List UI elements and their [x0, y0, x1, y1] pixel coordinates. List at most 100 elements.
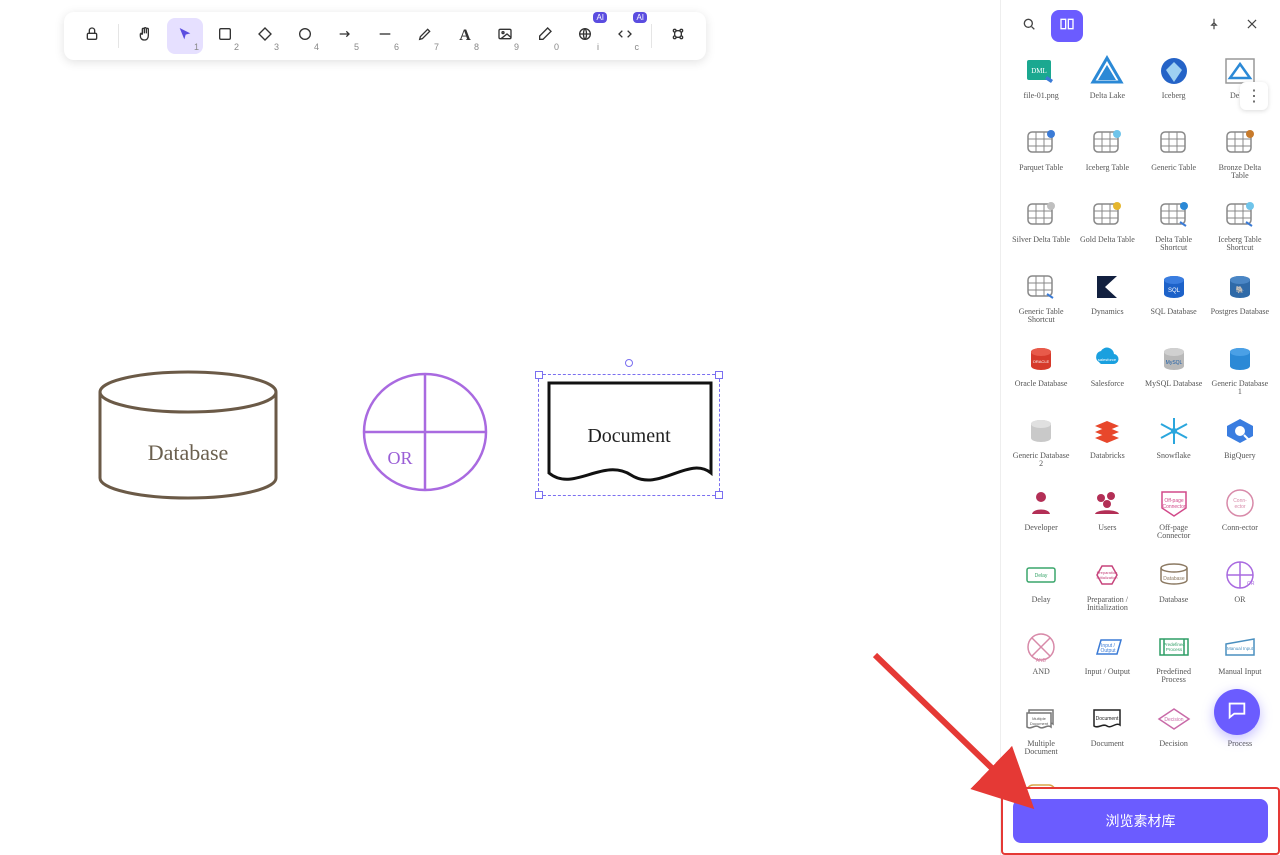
resize-handle-ne[interactable] — [715, 371, 723, 379]
library-item-parquet-table[interactable]: Parquet Table — [1009, 124, 1073, 194]
chat-icon — [1226, 699, 1248, 726]
close-panel-button[interactable] — [1236, 10, 1268, 42]
or-shape[interactable] — [362, 372, 488, 492]
library-item-preparation[interactable]: PreparationInitializationPreparation / I… — [1075, 556, 1139, 626]
library-item-dynamics[interactable]: Dynamics — [1075, 268, 1139, 338]
or-label: OR — [370, 448, 430, 469]
library-item-generic-database-2[interactable]: Generic Database 2 — [1009, 412, 1073, 482]
library-item-snowflake[interactable]: Snowflake — [1142, 412, 1206, 482]
library-item-manual-input[interactable]: Manual InputManual Input — [1208, 628, 1272, 698]
pencil-tool[interactable]: 7 — [407, 18, 443, 54]
resize-handle-nw[interactable] — [535, 371, 543, 379]
library-item-mysql-database[interactable]: MySQLMySQL Database — [1142, 340, 1206, 410]
mysql-database-icon: MySQL — [1152, 340, 1196, 378]
library-item-databricks[interactable]: Databricks — [1075, 412, 1139, 482]
more-menu-button[interactable]: ⋮ — [1240, 82, 1268, 110]
library-item-and-shape[interactable]: ANDAND — [1009, 628, 1073, 698]
library-item-generic-database-1[interactable]: Generic Database 1 — [1208, 340, 1272, 410]
svg-text:Decision: Decision — [1164, 717, 1183, 723]
library-item-label: Silver Delta Table — [1012, 236, 1070, 244]
chat-button[interactable] — [1214, 689, 1260, 735]
arrow-tool[interactable]: 5 — [327, 18, 363, 54]
text-tool[interactable]: A 8 — [447, 18, 483, 54]
library-item-document-shape[interactable]: DocumentDocument — [1075, 700, 1139, 770]
library-item-iceberg[interactable]: Iceberg — [1142, 52, 1206, 122]
generic-table-icon — [1152, 124, 1196, 162]
resize-handle-sw[interactable] — [535, 491, 543, 499]
bronze-delta-table-icon — [1218, 124, 1262, 162]
databricks-icon — [1085, 412, 1129, 450]
svg-text:Database: Database — [1163, 576, 1185, 582]
library-item-bronze-delta-table[interactable]: Bronze Delta Table — [1208, 124, 1272, 194]
gold-delta-table-icon — [1085, 196, 1129, 234]
select-tool[interactable]: 1 — [167, 18, 203, 54]
library-item-label: Database — [1159, 596, 1188, 604]
pin-icon — [1207, 17, 1221, 36]
rectangle-tool[interactable]: 2 — [207, 18, 243, 54]
more-vertical-icon: ⋮ — [1246, 86, 1262, 106]
library-item-generic-table[interactable]: Generic Table — [1142, 124, 1206, 194]
library-item-gold-delta-table[interactable]: Gold Delta Table — [1075, 196, 1139, 266]
database-label: Database — [96, 440, 280, 466]
library-item-silver-delta-table[interactable]: Silver Delta Table — [1009, 196, 1073, 266]
code-icon — [617, 26, 633, 47]
tool-shortcut: 5 — [354, 42, 359, 52]
library-item-or-shape[interactable]: OROR — [1208, 556, 1272, 626]
document-shape-selected[interactable]: Document — [538, 374, 720, 496]
library-item-label: Iceberg Table Shortcut — [1210, 236, 1270, 253]
library-item-oracle-database[interactable]: ORACLEOracle Database — [1009, 340, 1073, 410]
library-item-salesforce[interactable]: salesforceSalesforce — [1075, 340, 1139, 410]
shapes-tool[interactable] — [660, 18, 696, 54]
toolbar-separator — [651, 24, 652, 48]
library-toggle-button[interactable] — [1051, 10, 1083, 42]
library-item-iceberg-table[interactable]: Iceberg Table — [1075, 124, 1139, 194]
hand-tool[interactable] — [127, 18, 163, 54]
search-button[interactable] — [1013, 10, 1045, 42]
pin-button[interactable] — [1198, 10, 1230, 42]
library-grid: DMLfile-01.pngDelta LakeIcebergDelt...Pa… — [1001, 52, 1280, 787]
library-item-delay[interactable]: DelayDelay — [1009, 556, 1073, 626]
svg-text:salesforce: salesforce — [1098, 357, 1117, 362]
library-item-delta-lake[interactable]: Delta Lake — [1075, 52, 1139, 122]
line-tool[interactable]: 6 — [367, 18, 403, 54]
library-item-decision[interactable]: DecisionDecision — [1142, 700, 1206, 770]
library-item-off-page-connector[interactable]: Off-pageConnectorOff-page Connector — [1142, 484, 1206, 554]
library-item-bigquery[interactable]: BigQuery — [1208, 412, 1272, 482]
library-item-developer[interactable]: Developer — [1009, 484, 1073, 554]
cursor-icon — [177, 26, 193, 47]
library-item-label: Iceberg — [1162, 92, 1186, 100]
library-item-file-01png[interactable]: DMLfile-01.png — [1009, 52, 1073, 122]
library-item-input-output[interactable]: Input /OutputInput / Output — [1075, 628, 1139, 698]
library-item-label: Dynamics — [1091, 308, 1123, 316]
snowflake-icon — [1152, 412, 1196, 450]
svg-text:Delay: Delay — [1035, 573, 1048, 579]
library-item-start-end[interactable]: Start / EndStart / End — [1009, 772, 1073, 787]
library-item-multiple-document[interactable]: MultipleDocumentMultiple Document — [1009, 700, 1073, 770]
library-item-connector[interactable]: Conn-ectorConn-ector — [1208, 484, 1272, 554]
library-item-delta-table-shortcut[interactable]: Delta Table Shortcut — [1142, 196, 1206, 266]
resize-handle-se[interactable] — [715, 491, 723, 499]
library-item-label: Bronze Delta Table — [1210, 164, 1270, 181]
ai-code-tool[interactable]: AI c — [607, 18, 643, 54]
ellipse-tool[interactable]: 4 — [287, 18, 323, 54]
svg-text:ector: ector — [1234, 504, 1245, 510]
ai-mermaid-tool[interactable]: AI i — [567, 18, 603, 54]
library-item-users[interactable]: Users — [1075, 484, 1139, 554]
database-shape[interactable]: Database — [96, 370, 280, 498]
browse-library-button[interactable]: 浏览素材库 — [1013, 799, 1268, 843]
library-item-predefined-process[interactable]: PredefinedProcessPredefined Process — [1142, 628, 1206, 698]
eraser-tool[interactable]: 0 — [527, 18, 563, 54]
svg-text:Initialization: Initialization — [1097, 575, 1118, 580]
library-item-generic-table-shortcut[interactable]: Generic Table Shortcut — [1009, 268, 1073, 338]
and-shape-icon: AND — [1019, 628, 1063, 666]
rotate-handle[interactable] — [625, 359, 633, 367]
library-item-sql-database[interactable]: SQLSQL Database — [1142, 268, 1206, 338]
tool-shortcut: 4 — [314, 42, 319, 52]
library-item-database-shape[interactable]: Database Database — [1142, 556, 1206, 626]
library-item-iceberg-table-shortcut[interactable]: Iceberg Table Shortcut — [1208, 196, 1272, 266]
diamond-tool[interactable]: 3 — [247, 18, 283, 54]
library-item-postgres-database[interactable]: 🐘Postgres Database — [1208, 268, 1272, 338]
generic-database-1-icon — [1218, 340, 1262, 378]
image-tool[interactable]: 9 — [487, 18, 523, 54]
lock-tool[interactable] — [74, 18, 110, 54]
